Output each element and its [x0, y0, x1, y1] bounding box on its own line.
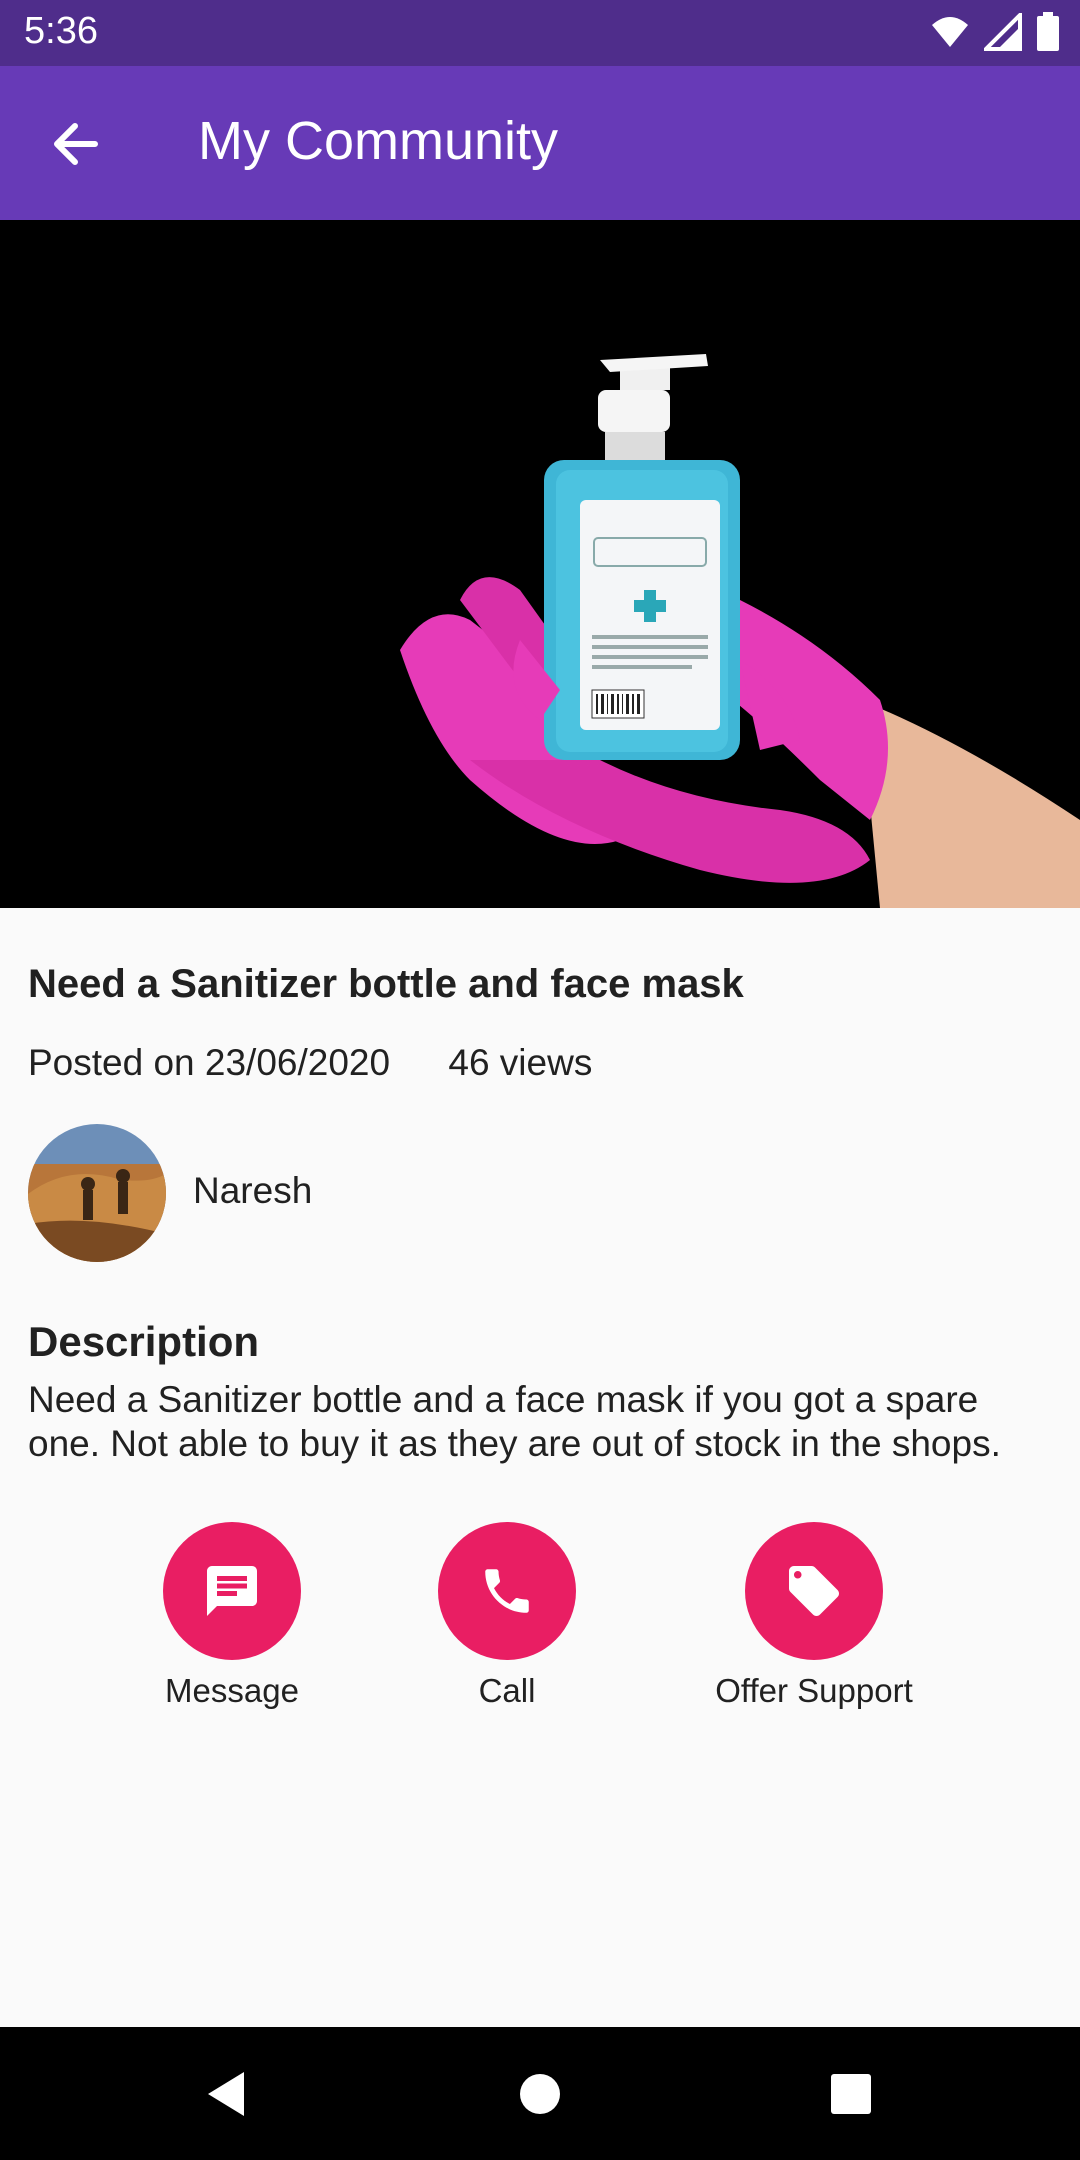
call-button-circle[interactable] [438, 1522, 576, 1660]
post-meta: Posted on 23/06/2020 46 views [28, 1042, 592, 1084]
system-nav-bar [0, 2027, 1080, 2160]
message-button[interactable]: Message [82, 1522, 382, 1710]
call-label: Call [478, 1672, 536, 1709]
description-text: Need a Sanitizer bottle and a face mask … [28, 1379, 1001, 1464]
nav-recents-button[interactable] [791, 2027, 911, 2160]
back-triangle-icon [208, 2071, 244, 2116]
wifi-icon [932, 17, 968, 47]
app-bar: My Community [0, 66, 1080, 220]
offer-support-button[interactable]: Offer Support [664, 1522, 964, 1710]
avatar[interactable] [28, 1124, 166, 1262]
phone-icon [485, 1569, 529, 1613]
recents-square-icon [831, 2073, 871, 2114]
sanitizer-bottle-image [0, 220, 1080, 908]
post-image [0, 220, 1080, 908]
avatar-image [28, 1124, 166, 1262]
signal-icon [984, 13, 1022, 51]
nav-home-button[interactable] [480, 2027, 600, 2160]
message-button-circle[interactable] [163, 1522, 301, 1660]
view-count: 46 views [448, 1042, 593, 1083]
description-heading: Description [28, 1318, 260, 1365]
message-label: Message [165, 1672, 299, 1709]
message-icon [207, 1566, 257, 1616]
battery-icon [1037, 12, 1059, 51]
page-title: My Community [198, 111, 559, 171]
offer-support-label: Offer Support [715, 1672, 913, 1709]
status-time: 5:36 [24, 10, 98, 52]
post-title: Need a Sanitizer bottle and face mask [28, 962, 744, 1006]
arrow-left-icon [54, 123, 98, 165]
posted-date: Posted on 23/06/2020 [28, 1042, 391, 1083]
tag-icon [789, 1566, 839, 1616]
back-button[interactable] [40, 112, 110, 176]
status-bar: 5:36 [0, 0, 1080, 66]
author-name[interactable]: Naresh [193, 1170, 312, 1212]
call-button[interactable]: Call [357, 1522, 657, 1710]
offer-support-button-circle[interactable] [745, 1522, 883, 1660]
home-circle-icon [520, 2073, 560, 2114]
nav-back-button[interactable] [166, 2027, 286, 2160]
status-icons [930, 12, 1060, 52]
